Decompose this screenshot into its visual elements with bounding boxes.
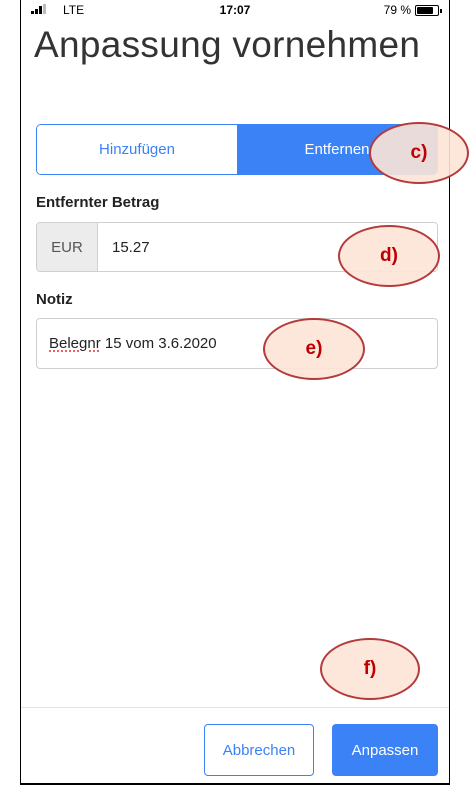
note-input[interactable]: Belegnr 15 vom 3.6.2020 — [36, 318, 438, 369]
annotation-f: f) — [320, 638, 420, 700]
battery-icon — [415, 5, 442, 16]
amount-label: Entfernter Betrag — [36, 194, 160, 211]
note-label: Notiz — [36, 291, 73, 308]
annotation-d: d) — [338, 225, 440, 287]
note-value-word: Belegnr — [49, 335, 101, 352]
cancel-button[interactable]: Abbrechen — [204, 724, 314, 776]
footer-divider — [21, 707, 449, 708]
currency-addon: EUR — [37, 223, 98, 271]
page-title: Anpassung vornehmen — [34, 24, 421, 65]
add-segment[interactable]: Hinzufügen — [37, 125, 237, 174]
apply-button[interactable]: Anpassen — [332, 724, 438, 776]
note-value-rest: 15 vom 3.6.2020 — [100, 335, 217, 352]
battery-percentage: 79 % — [383, 3, 411, 17]
annotation-e: e) — [263, 318, 365, 380]
status-bar: LTE 17:07 79 % — [21, 0, 449, 20]
annotation-c: c) — [369, 122, 469, 184]
